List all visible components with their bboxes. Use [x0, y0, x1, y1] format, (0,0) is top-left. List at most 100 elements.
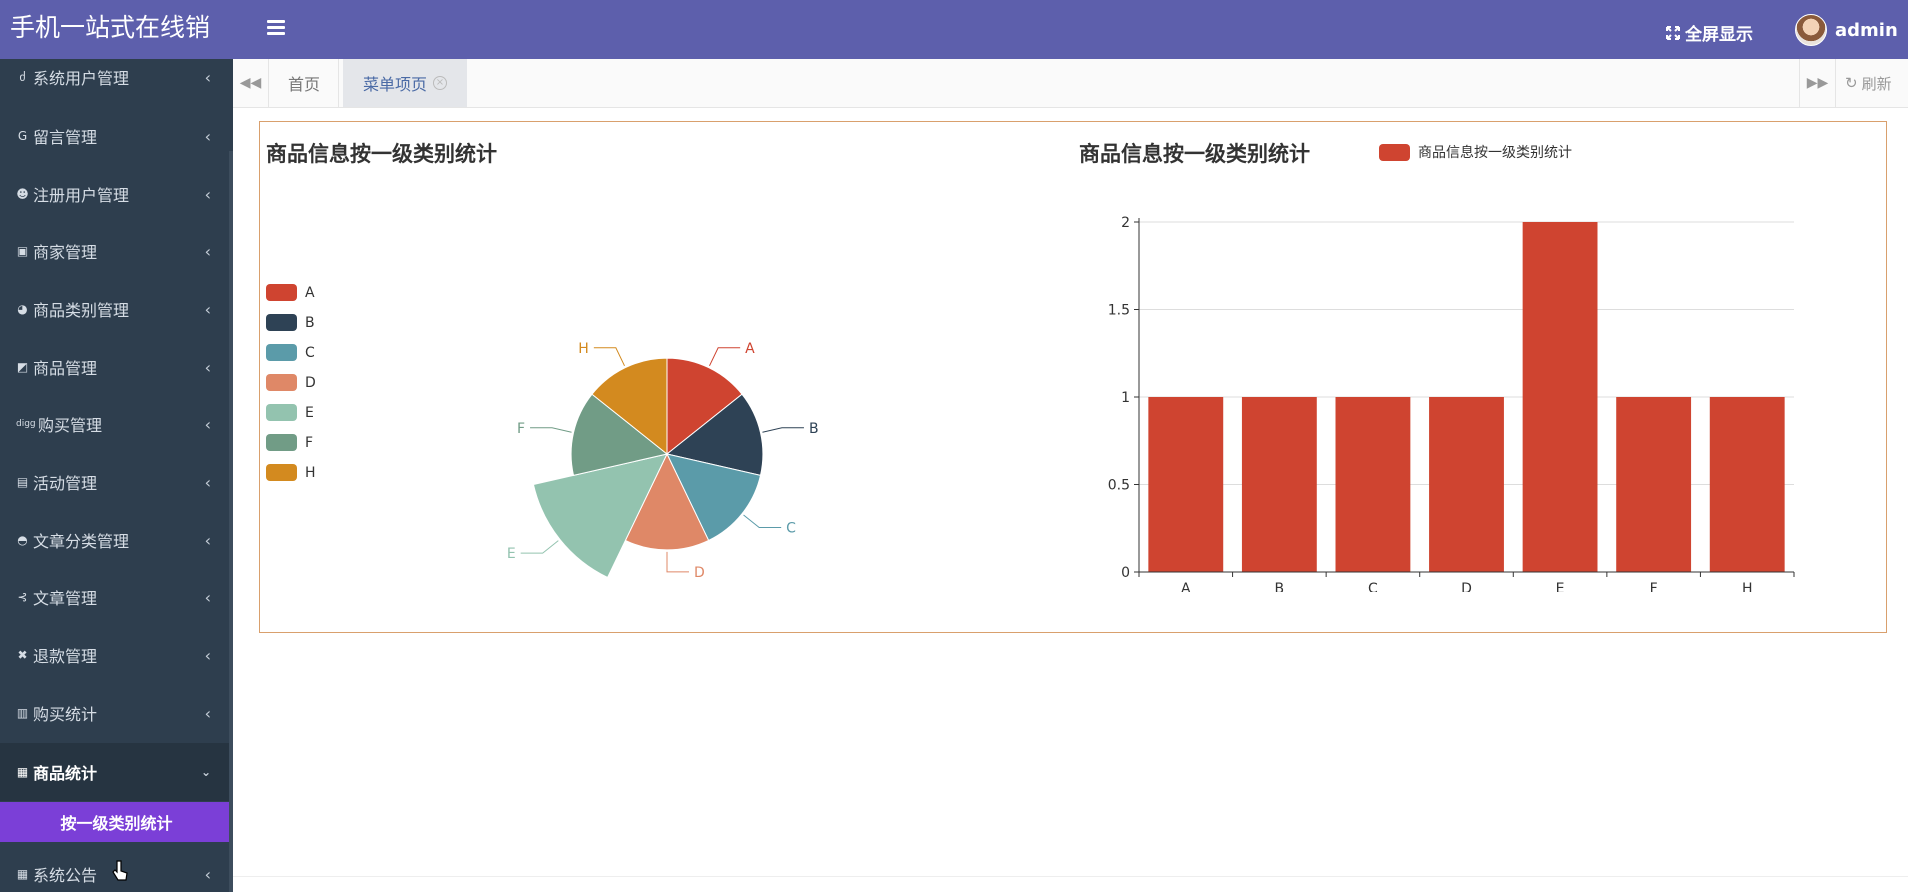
tab-menu-page[interactable]: 菜单项页 ×	[343, 59, 467, 107]
x-tick-label: C	[1368, 581, 1378, 592]
pie-legend-item[interactable]: D	[266, 374, 316, 391]
top-bar: 全屏显示 admin	[233, 0, 1908, 59]
chevron-left-icon: ‹	[204, 184, 211, 204]
legend-label: 商品信息按一级类别统计	[1418, 145, 1572, 161]
bar[interactable]	[1709, 397, 1785, 572]
sidebar-item-system-users[interactable]: ძ 系统用户管理 ‹	[0, 59, 233, 95]
menu-toggle-icon[interactable]	[267, 20, 285, 36]
chevron-left-icon: ‹	[204, 587, 211, 607]
sidebar-item-label: 商品统计	[33, 764, 98, 783]
pie-legend-item[interactable]: H	[266, 464, 316, 481]
sidebar-item-label: 文章管理	[33, 589, 98, 608]
tab-label: 菜单项页	[362, 75, 427, 94]
sidebar-item-goods-stats[interactable]: ▦ 商品统计 ⌄	[0, 743, 233, 801]
bar-legend-item[interactable]: 商品信息按一级类别统计	[1379, 142, 1572, 162]
tab-scroll-right-button[interactable]: ▶▶	[1799, 59, 1836, 107]
pie-chart-title: 商品信息按一级类别统计	[266, 142, 497, 166]
sidebar-scrollbar[interactable]	[229, 151, 233, 892]
sidebar-item-purchase-stats[interactable]: ▥ 购买统计 ‹	[0, 684, 233, 742]
goods-icon: ◩	[16, 359, 29, 374]
sidebar-item-goods[interactable]: ◩ 商品管理 ‹	[0, 338, 233, 396]
legend-swatch	[266, 284, 297, 301]
pie-slice-label: D	[694, 565, 705, 581]
category-icon: ◕	[17, 301, 28, 316]
chevron-left-icon: ‹	[204, 241, 211, 261]
sidebar-item-articles[interactable]: ⊰ 文章管理 ‹	[0, 568, 233, 626]
notice-icon: ▦	[16, 866, 29, 881]
refresh-icon: ↻	[1845, 74, 1858, 92]
refresh-button[interactable]: ↻ 刷新	[1845, 59, 1892, 107]
bar[interactable]	[1148, 397, 1224, 572]
y-tick-label: 1	[1121, 390, 1130, 406]
brand-title: 手机一站式在线销	[0, 0, 233, 59]
legend-label: D	[305, 374, 316, 391]
sidebar-subitem-category-stats[interactable]: 按一级类别统计	[0, 802, 233, 842]
legend-swatch	[266, 314, 297, 331]
sidebar-item-registered-users[interactable]: ☻ 注册用户管理 ‹	[0, 165, 233, 223]
sidebar-item-article-categories[interactable]: ◓ 文章分类管理 ‹	[0, 511, 233, 569]
pie-legend-item[interactable]: C	[266, 344, 315, 361]
tab-scroll-left-button[interactable]: ◀◀	[233, 59, 269, 107]
sidebar-item-label: 退款管理	[33, 647, 98, 666]
backward-icon: ◀◀	[239, 75, 262, 91]
footer-divider	[233, 876, 1908, 877]
sidebar-item-label: 系统用户管理	[33, 69, 130, 88]
legend-swatch	[1379, 143, 1410, 161]
refresh-label: 刷新	[1861, 74, 1892, 93]
bar-chart: 0 0.5 1 1.5 2 A B C D E F H	[1108, 215, 1795, 592]
x-tick-label: D	[1461, 581, 1472, 592]
legend-label: F	[305, 434, 314, 451]
legend-swatch	[266, 464, 297, 481]
chevron-left-icon: ‹	[204, 299, 211, 319]
sidebar-item-purchases[interactable]: digg 购买管理 ‹	[0, 395, 233, 453]
chevron-left-icon: ‹	[204, 67, 211, 87]
pie-legend-item[interactable]: F	[266, 434, 313, 451]
forward-icon: ▶▶	[1806, 75, 1829, 91]
chevron-left-icon: ‹	[204, 645, 211, 665]
user-menu[interactable]: admin	[1795, 14, 1898, 46]
x-tick-label: H	[1742, 581, 1753, 592]
legend-label: C	[305, 344, 315, 361]
purchase-stats-icon: ▥	[16, 705, 29, 720]
pie-label-line	[666, 551, 689, 573]
bar[interactable]	[1429, 397, 1504, 572]
chevron-left-icon: ‹	[204, 864, 211, 884]
legend-swatch	[266, 374, 297, 391]
user-name: admin	[1835, 19, 1898, 41]
chevron-left-icon: ‹	[204, 472, 211, 492]
pie-legend-item[interactable]: B	[266, 314, 315, 331]
bar[interactable]	[1616, 397, 1692, 572]
legend-label: B	[305, 314, 315, 331]
legend-swatch	[266, 404, 297, 421]
x-tick-label: F	[1650, 581, 1658, 592]
x-tick-label: A	[1181, 581, 1191, 592]
sidebar-item-refunds[interactable]: ✖ 退款管理 ‹	[0, 626, 233, 684]
bar[interactable]	[1335, 397, 1411, 572]
chevron-left-icon: ‹	[204, 414, 211, 434]
expand-icon	[1666, 25, 1680, 40]
goods-stats-icon: ▦	[16, 764, 29, 779]
sidebar-item-merchants[interactable]: ▣ 商家管理 ‹	[0, 222, 233, 280]
avatar	[1795, 14, 1827, 46]
pie-legend-item[interactable]: E	[266, 404, 314, 421]
tab-home[interactable]: 首页	[270, 59, 339, 107]
x-tick-label: E	[1556, 581, 1565, 592]
bar[interactable]	[1241, 397, 1317, 572]
sidebar-item-label: 商品管理	[33, 359, 98, 378]
y-tick-label: 0	[1121, 565, 1130, 581]
pie-legend-item[interactable]: A	[266, 284, 315, 301]
pie-label-line	[593, 347, 625, 367]
sidebar-item-messages[interactable]: G 留言管理 ‹	[0, 107, 233, 165]
fullscreen-button[interactable]: 全屏显示	[1666, 20, 1753, 45]
chevron-left-icon: ‹	[204, 703, 211, 723]
sidebar-item-label: 商品类别管理	[33, 301, 130, 320]
user-icon: ძ	[19, 69, 26, 84]
close-icon[interactable]: ×	[433, 76, 447, 90]
pie-slice-label: F	[517, 421, 525, 437]
store-icon: ▣	[16, 243, 29, 258]
sidebar-item-categories[interactable]: ◕ 商品类别管理 ‹	[0, 280, 233, 338]
sidebar-item-label: 注册用户管理	[33, 186, 130, 205]
bar[interactable]	[1522, 222, 1598, 572]
sidebar-item-activities[interactable]: ▤ 活动管理 ‹	[0, 453, 233, 511]
fullscreen-label: 全屏显示	[1685, 25, 1753, 45]
